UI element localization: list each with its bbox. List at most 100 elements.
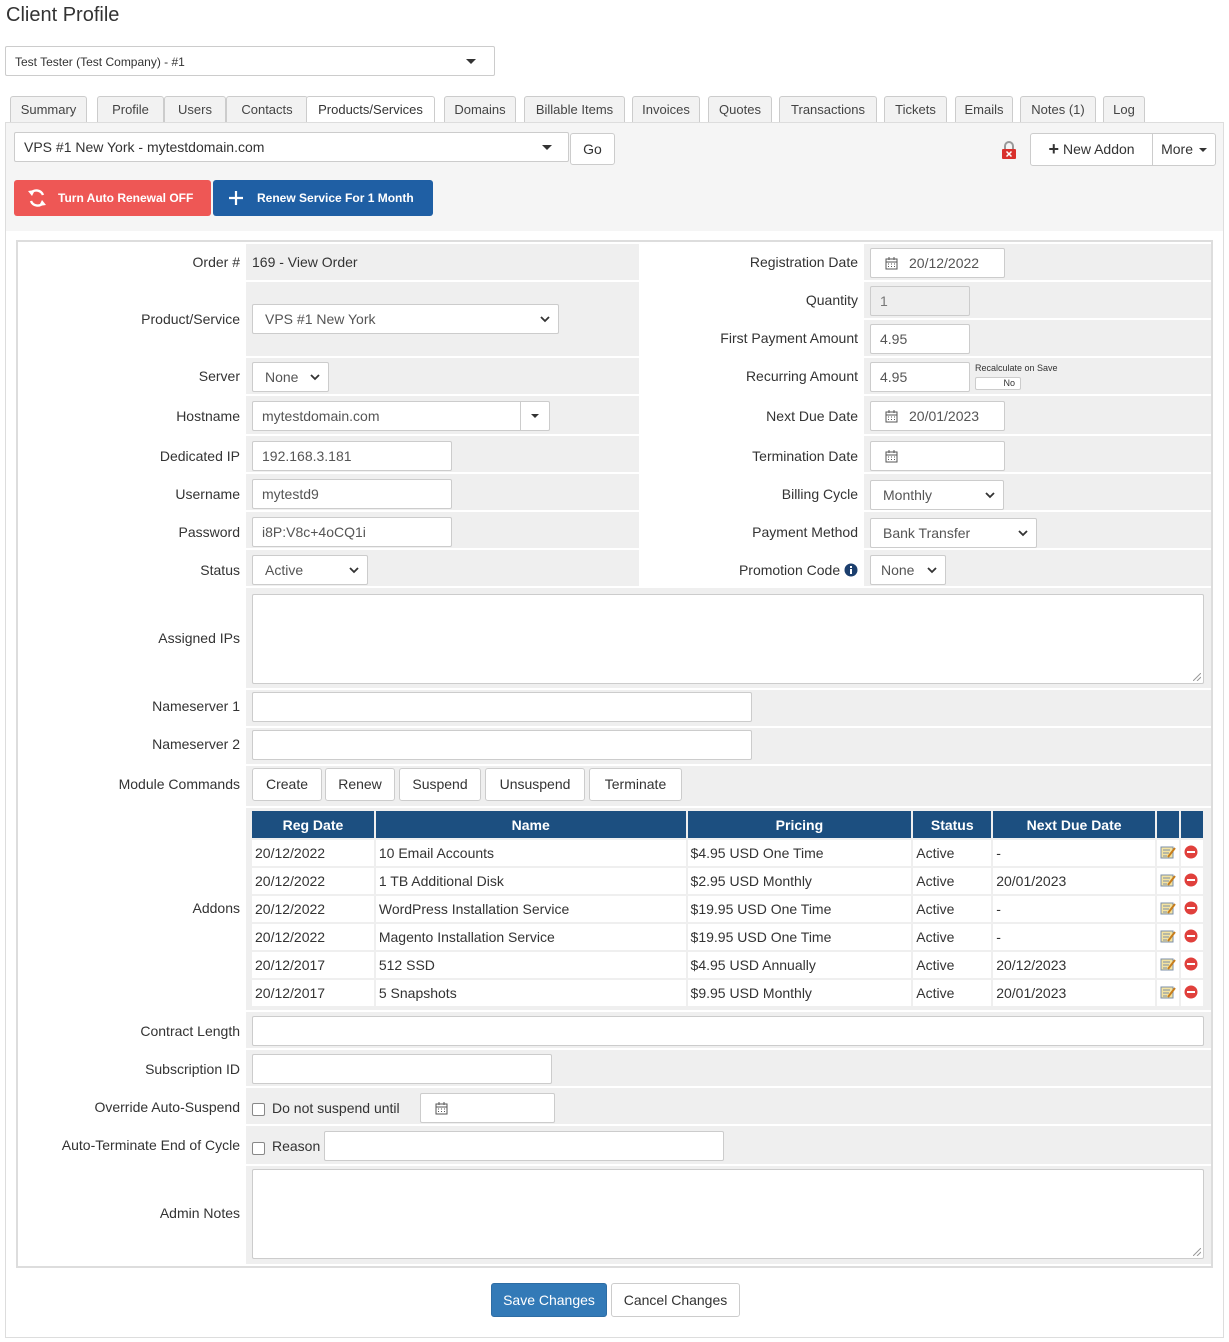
header-reg-date[interactable]: Reg Date: [252, 811, 374, 838]
recurring-amount-input[interactable]: 4.95: [870, 362, 970, 392]
product-service-select[interactable]: VPS #1 New York: [252, 304, 559, 334]
tab-domains[interactable]: Domains: [444, 96, 516, 122]
tab-emails[interactable]: Emails: [955, 96, 1013, 122]
tab-billable-items[interactable]: Billable Items: [524, 96, 625, 122]
hostname-dropdown-button[interactable]: [520, 402, 549, 430]
delete-icon[interactable]: [1184, 845, 1198, 859]
password-input[interactable]: i8P:V8c+4oCQ1i: [252, 517, 452, 547]
reason-input[interactable]: [324, 1131, 724, 1161]
header-status[interactable]: Status: [913, 811, 992, 838]
renew-service-button[interactable]: Renew Service For 1 Month: [213, 180, 433, 216]
tab-tickets[interactable]: Tickets: [884, 96, 947, 122]
payment-method-label: Payment Method: [752, 524, 858, 540]
delete-icon[interactable]: [1184, 901, 1198, 915]
delete-icon[interactable]: [1184, 873, 1198, 887]
header-next-due-date[interactable]: Next Due Date: [993, 811, 1155, 838]
service-select[interactable]: VPS #1 New York - mytestdomain.com: [14, 132, 569, 162]
chevron-down-icon: [540, 316, 550, 323]
tab-invoices[interactable]: Invoices: [632, 96, 700, 122]
first-payment-input[interactable]: 4.95: [870, 324, 970, 354]
renew-button[interactable]: Renew: [325, 768, 395, 801]
auto-terminate-checkbox[interactable]: [252, 1142, 265, 1155]
header-name[interactable]: Name: [375, 811, 686, 838]
recalculate-toggle[interactable]: No: [975, 377, 1021, 390]
status-label: Status: [200, 562, 240, 578]
hostname-input[interactable]: mytestdomain.com: [252, 401, 550, 431]
admin-notes-textarea[interactable]: [252, 1169, 1204, 1259]
server-value: None: [265, 369, 299, 385]
server-select[interactable]: None: [252, 362, 329, 392]
cell-next-due: -: [993, 924, 1155, 950]
edit-icon[interactable]: [1160, 957, 1176, 971]
go-button[interactable]: Go: [570, 133, 615, 165]
status-select[interactable]: Active: [252, 555, 368, 585]
override-auto-suspend-checkbox[interactable]: [252, 1103, 265, 1116]
delete-cell: [1180, 840, 1203, 866]
create-button[interactable]: Create: [252, 768, 322, 801]
table-row: 20/12/2017 5 Snapshots $9.95 USD Monthly…: [252, 980, 1203, 1006]
next-due-date-input[interactable]: 20/01/2023: [870, 401, 1005, 431]
resize-grip-icon[interactable]: [1193, 1248, 1201, 1256]
cell-status: Active: [913, 924, 992, 950]
calendar-icon: [885, 257, 898, 270]
tab-notes[interactable]: Notes (1): [1020, 96, 1096, 122]
tab-summary[interactable]: Summary: [10, 96, 87, 122]
unsuspend-button[interactable]: Unsuspend: [485, 768, 585, 801]
contract-length-input[interactable]: [252, 1016, 1204, 1046]
cancel-changes-button[interactable]: Cancel Changes: [611, 1283, 740, 1317]
header-pricing[interactable]: Pricing: [687, 811, 912, 838]
tab-contacts[interactable]: Contacts: [226, 96, 308, 122]
edit-icon[interactable]: [1160, 901, 1176, 915]
payment-method-value: Bank Transfer: [883, 525, 971, 541]
cell-reg-date: 20/12/2022: [252, 868, 374, 894]
client-select[interactable]: Test Tester (Test Company) - #1: [5, 46, 495, 76]
save-changes-button[interactable]: Save Changes: [491, 1283, 607, 1317]
recalculate-toggle-value: No: [1003, 378, 1015, 388]
delete-icon[interactable]: [1184, 929, 1198, 943]
registration-date-input[interactable]: 20/12/2022: [870, 248, 1005, 278]
tab-log[interactable]: Log: [1103, 96, 1145, 122]
assigned-ips-textarea[interactable]: [252, 594, 1204, 684]
lock-icon[interactable]: [1001, 141, 1017, 159]
tab-quotes[interactable]: Quotes: [708, 96, 772, 122]
product-service-value: VPS #1 New York: [265, 311, 376, 327]
tab-users[interactable]: Users: [164, 96, 226, 122]
username-input[interactable]: mytestd9: [252, 479, 452, 509]
nameserver-2-input[interactable]: [252, 730, 752, 760]
edit-cell: [1156, 840, 1179, 866]
quantity-label: Quantity: [805, 292, 858, 308]
quantity-input[interactable]: 1: [870, 286, 970, 316]
termination-date-input[interactable]: [870, 441, 1005, 471]
new-addon-label: New Addon: [1062, 141, 1135, 157]
subscription-id-input[interactable]: [252, 1054, 552, 1084]
edit-icon[interactable]: [1160, 985, 1176, 999]
suspend-until-date-input[interactable]: [420, 1093, 555, 1123]
edit-icon[interactable]: [1160, 873, 1176, 887]
delete-icon[interactable]: [1184, 957, 1198, 971]
info-icon[interactable]: [844, 563, 858, 577]
tab-profile[interactable]: Profile: [97, 96, 164, 122]
view-order-link[interactable]: 169 - View Order: [252, 254, 358, 270]
delete-icon[interactable]: [1184, 985, 1198, 999]
tab-transactions[interactable]: Transactions: [779, 96, 877, 122]
cell-status: Active: [913, 980, 992, 1006]
terminate-button[interactable]: Terminate: [589, 768, 682, 801]
suspend-button[interactable]: Suspend: [399, 768, 481, 801]
server-label: Server: [198, 368, 240, 384]
subscription-id-label: Subscription ID: [145, 1061, 240, 1077]
nameserver-1-input[interactable]: [252, 692, 752, 722]
new-addon-button[interactable]: + New Addon: [1031, 134, 1153, 165]
caret-down-icon: [1198, 148, 1207, 152]
auto-renewal-button[interactable]: Turn Auto Renewal OFF: [14, 180, 211, 216]
promotion-code-select[interactable]: None: [870, 555, 946, 585]
resize-grip-icon[interactable]: [1193, 673, 1201, 681]
edit-cell: [1156, 980, 1179, 1006]
payment-method-select[interactable]: Bank Transfer: [870, 518, 1037, 548]
dedicated-ip-input[interactable]: 192.168.3.181: [252, 441, 452, 471]
edit-icon[interactable]: [1160, 929, 1176, 943]
edit-icon[interactable]: [1160, 845, 1176, 859]
more-button[interactable]: More: [1153, 134, 1215, 165]
cell-pricing: $19.95 USD One Time: [687, 924, 912, 950]
tab-products-services[interactable]: Products/Services: [306, 96, 435, 123]
billing-cycle-select[interactable]: Monthly: [870, 480, 1004, 510]
